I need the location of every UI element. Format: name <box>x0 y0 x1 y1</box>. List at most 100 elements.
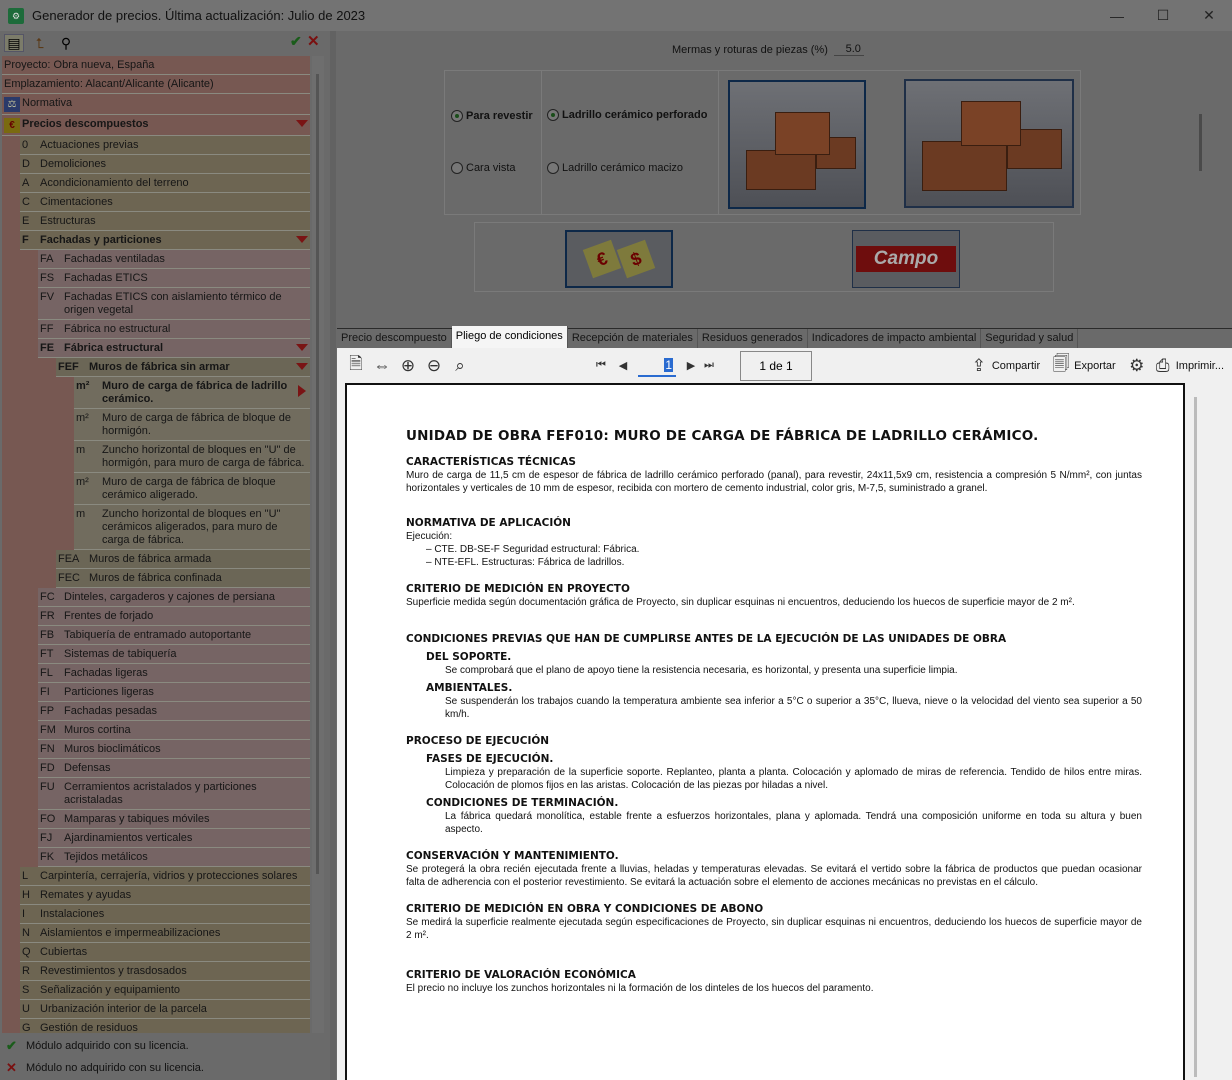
subchapter-item-open[interactable]: FE Fábrica estructural <box>38 339 310 358</box>
heading-soporte: DEL SOPORTE. <box>426 651 512 663</box>
radio-para-revestir[interactable]: Para revestir <box>451 110 533 122</box>
subchapter-item[interactable]: FL Fachadas ligeras <box>38 664 310 683</box>
campo-button[interactable]: Campo <box>852 230 960 288</box>
chapter-item[interactable]: R Revestimientos y trasdosados <box>20 962 310 981</box>
subchapter-item[interactable]: FI Particiones ligeras <box>38 683 310 702</box>
fit-page-icon[interactable]: ⇔ <box>369 353 395 379</box>
price-tags-button[interactable]: € $ <box>565 230 673 288</box>
subchapter-item[interactable]: FM Muros cortina <box>38 721 310 740</box>
unit-item[interactable]: m² Muro de carga de fábrica de bloque de … <box>74 409 310 441</box>
chapter-item[interactable]: U Urbanización interior de la parcela <box>20 1000 310 1019</box>
subchapter-item[interactable]: FN Muros bioclimáticos <box>38 740 310 759</box>
subchapter-item[interactable]: FV Fachadas ETICS con aislamiento térmico… <box>38 288 310 320</box>
subchapter-item[interactable]: FO Mamparas y tabiques móviles <box>38 810 310 829</box>
subchapter-item[interactable]: FB Tabiquería de entramado autoportante <box>38 626 310 645</box>
export-icon[interactable]: 🗐 <box>1048 353 1074 379</box>
tab-pliego-condiciones[interactable]: Pliego de condiciones <box>451 326 568 349</box>
chapter-item[interactable]: H Remates y ayudas <box>20 886 310 905</box>
arrow-right-icon[interactable] <box>298 385 306 397</box>
subchapter-item[interactable]: FA Fachadas ventiladas <box>38 250 310 269</box>
subchapter-item[interactable]: FP Fachadas pesadas <box>38 702 310 721</box>
chapter-item[interactable]: N Aislamientos e impermeabilizaciones <box>20 924 310 943</box>
group-item[interactable]: FEC Muros de fábrica confinada <box>56 569 310 588</box>
export-button[interactable]: Exportar <box>1074 360 1116 372</box>
chapter-item[interactable]: E Estructuras <box>20 212 310 231</box>
item-code: FS <box>40 272 55 284</box>
subchapter-item[interactable]: FK Tejidos metálicos <box>38 848 310 867</box>
unit-item[interactable]: m² Muro de carga de fábrica de bloque cer… <box>74 473 310 505</box>
subchapter-item[interactable]: FJ Ajardinamientos verticales <box>38 829 310 848</box>
tab-recepcion-materiales[interactable]: Recepción de materiales <box>568 329 698 349</box>
keyboard-icon[interactable]: ▤ <box>4 34 24 52</box>
tab-residuos-generados[interactable]: Residuos generados <box>698 329 808 349</box>
cancel-x-icon[interactable]: ✕ <box>307 32 320 50</box>
unit-item-selected[interactable]: m² Muro de carga de fábrica de ladrillo c… <box>74 377 310 409</box>
radio-ladrillo-macizo[interactable]: Ladrillo cerámico macizo <box>547 162 683 174</box>
accept-check-icon[interactable]: ✔ <box>290 33 302 50</box>
project-row[interactable]: Proyecto: Obra nueva, España <box>2 56 310 75</box>
radio-cara-vista[interactable]: Cara vista <box>451 162 516 174</box>
first-page-icon[interactable]: ⏮ <box>588 353 614 379</box>
brick-image-alternative[interactable] <box>904 79 1074 208</box>
next-page-icon[interactable]: ▶ <box>682 353 700 379</box>
location-row[interactable]: Emplazamiento: Alacant/Alicante (Alicant… <box>2 75 310 94</box>
chapter-item[interactable]: D Demoliciones <box>20 155 310 174</box>
chapter-item[interactable]: C Cimentaciones <box>20 193 310 212</box>
last-page-icon[interactable]: ⏭ <box>700 353 718 379</box>
close-button[interactable]: ✕ <box>1186 0 1232 31</box>
unit-item[interactable]: m Zuncho horizontal de bloques en "U" de … <box>74 441 310 473</box>
page-number-input[interactable]: 1 <box>638 355 676 377</box>
brick-image-perforated-selected[interactable] <box>728 80 866 209</box>
item-label: Instalaciones <box>40 908 105 920</box>
group-item-open[interactable]: FEF Muros de fábrica sin armar <box>56 358 310 377</box>
settings-gear-icon[interactable]: ⚙ <box>1124 353 1150 379</box>
binoculars-icon[interactable]: ⚲ <box>56 34 76 52</box>
tab-precio-descompuesto[interactable]: Precio descompuesto <box>337 329 452 349</box>
unit-item[interactable]: m Zuncho horizontal de bloques en "U" cer… <box>74 505 310 550</box>
collapse-arrow-icon[interactable] <box>296 236 308 243</box>
mermas-input[interactable]: 5.0 <box>833 43 864 56</box>
prev-page-icon[interactable]: ◀ <box>614 353 632 379</box>
chapter-item[interactable]: G Gestión de residuos <box>20 1019 310 1033</box>
precios-descompuestos-row[interactable]: € Precios descompuestos <box>2 115 310 136</box>
minimize-button[interactable]: — <box>1094 0 1140 31</box>
chapter-item[interactable]: Q Cubiertas <box>20 943 310 962</box>
extra-buttons: € $ Campo <box>474 222 1054 292</box>
collapse-arrow-icon[interactable] <box>296 344 308 351</box>
group-item[interactable]: FEA Muros de fábrica armada <box>56 550 310 569</box>
subchapter-item[interactable]: FC Dinteles, cargaderos y cajones de pers… <box>38 588 310 607</box>
tab-seguridad-salud[interactable]: Seguridad y salud <box>981 329 1079 349</box>
tree-scrollbar[interactable] <box>312 56 324 1033</box>
level-up-icon[interactable]: ⮤ <box>30 34 50 52</box>
subchapter-item[interactable]: FS Fachadas ETICS <box>38 269 310 288</box>
chapter-item[interactable]: I Instalaciones <box>20 905 310 924</box>
text-ambientales: Se suspenderán los trabajos cuando la te… <box>445 696 1142 720</box>
normativa-row[interactable]: ⚖ Normativa <box>2 94 310 115</box>
chapter-item[interactable]: 0 Actuaciones previas <box>20 136 310 155</box>
chapter-item[interactable]: L Carpintería, cerrajería, vidrios y prot… <box>20 867 310 886</box>
zoom-page-icon[interactable]: ⌕ <box>447 353 473 379</box>
subchapter-item[interactable]: FF Fábrica no estructural <box>38 320 310 339</box>
collapse-arrow-icon[interactable] <box>296 120 308 127</box>
subchapter-item[interactable]: FT Sistemas de tabiquería <box>38 645 310 664</box>
subchapter-item[interactable]: FR Frentes de forjado <box>38 607 310 626</box>
options-scrollbar[interactable] <box>1199 114 1202 171</box>
share-icon[interactable]: ⇪ <box>966 353 992 379</box>
chapter-item-open[interactable]: F Fachadas y particiones <box>20 231 310 250</box>
chapter-item[interactable]: A Acondicionamiento del terreno <box>20 174 310 193</box>
print-button[interactable]: Imprimir... <box>1176 360 1224 372</box>
radio-ladrillo-perforado[interactable]: Ladrillo cerámico perforado <box>547 109 707 121</box>
subchapter-item[interactable]: FU Cerramientos acristalados y particione… <box>38 778 310 810</box>
subchapter-item[interactable]: FD Defensas <box>38 759 310 778</box>
zoom-out-icon[interactable]: ⊖ <box>421 353 447 379</box>
chapter-item[interactable]: S Señalización y equipamiento <box>20 981 310 1000</box>
document-scrollbar[interactable] <box>1194 397 1197 1077</box>
panel-splitter[interactable] <box>330 31 336 1080</box>
tab-impacto-ambiental[interactable]: Indicadores de impacto ambiental <box>808 329 982 349</box>
share-button[interactable]: Compartir <box>992 360 1040 372</box>
printer-icon[interactable]: ⎙ <box>1150 353 1176 379</box>
maximize-button[interactable]: ☐ <box>1140 0 1186 31</box>
collapse-arrow-icon[interactable] <box>296 363 308 370</box>
page-view-icon[interactable]: 🗎 <box>343 353 369 379</box>
zoom-in-icon[interactable]: ⊕ <box>395 353 421 379</box>
